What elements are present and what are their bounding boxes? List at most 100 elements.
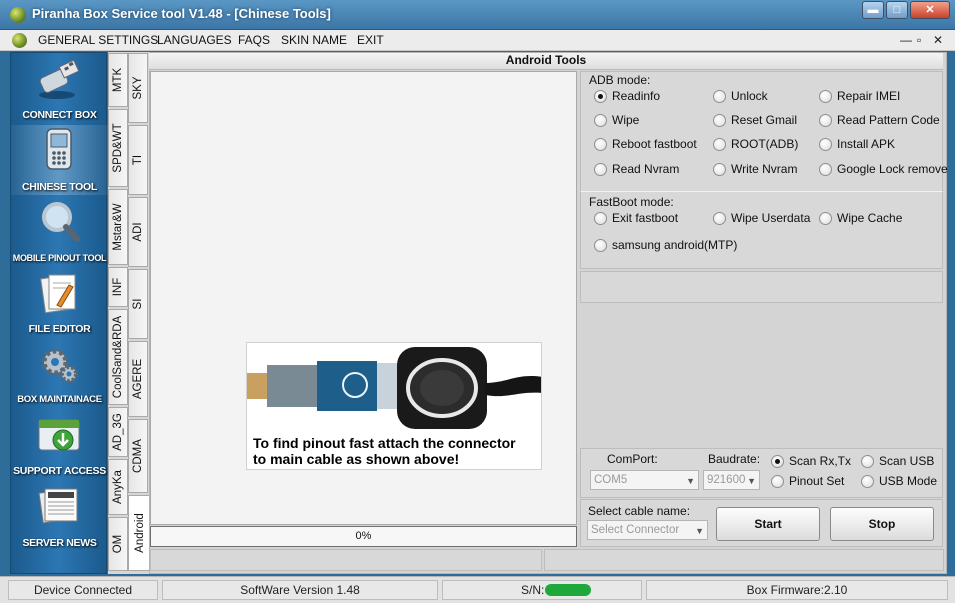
label-google-lock-remove: Google Lock remove: [837, 162, 948, 176]
radio-scan-rx-tx[interactable]: [771, 455, 784, 468]
gears-icon: [41, 348, 78, 383]
tab-android[interactable]: Android: [128, 495, 150, 571]
tab-label: SPD&WT: [112, 123, 124, 173]
mdi-minimize-icon[interactable]: —: [900, 33, 912, 47]
tab-si[interactable]: SI: [128, 269, 148, 339]
label-samsung-android-mtp: samsung android(MTP): [612, 238, 738, 252]
tab-label: OM: [112, 534, 124, 554]
tab-ad-3g[interactable]: AD_3G: [108, 407, 128, 457]
status-bar: Device Connected SoftWare Version 1.48 S…: [0, 576, 955, 603]
close-button[interactable]: ✕: [910, 1, 950, 19]
radio-write-nvram[interactable]: [713, 163, 726, 176]
maximize-button[interactable]: □: [886, 1, 908, 19]
menu-faqs[interactable]: FAQS: [238, 33, 270, 47]
tab-mstar-w[interactable]: Mstar&W: [108, 189, 128, 265]
tab-spd-wt[interactable]: SPD&WT: [108, 109, 128, 187]
tab-cdma[interactable]: CDMA: [128, 419, 148, 493]
label-usb-mode: USB Mode: [879, 474, 938, 488]
label-unlock: Unlock: [731, 89, 768, 103]
start-button[interactable]: Start: [716, 507, 820, 541]
tab-om[interactable]: OM: [108, 517, 128, 571]
radio-usb-mode[interactable]: [861, 475, 874, 488]
comport-select[interactable]: COM5 ▼: [590, 470, 699, 490]
tab-label: Android: [133, 513, 146, 553]
baudrate-label: Baudrate:: [708, 452, 761, 466]
radio-samsung-android-mtp[interactable]: [594, 239, 607, 252]
mdi-restore-icon[interactable]: ▫: [917, 33, 921, 47]
sidebar-label-box-maintainace: BOX MAINTAINACE: [17, 394, 102, 405]
cable-label: Select cable name:: [588, 504, 691, 518]
label-reboot-fastboot: Reboot fastboot: [612, 137, 697, 151]
radio-reset-gmail[interactable]: [713, 114, 726, 127]
tab-label: INF: [112, 277, 124, 297]
tab-coolsand-rda[interactable]: CoolSand&RDA: [108, 309, 128, 405]
menu-exit[interactable]: EXIT: [357, 33, 384, 47]
radio-scan-usb[interactable]: [861, 455, 874, 468]
stop-button[interactable]: Stop: [830, 507, 934, 541]
empty-info-strip: [580, 271, 943, 303]
tab-sky[interactable]: SKY: [128, 53, 148, 123]
tab-agere[interactable]: AGERE: [128, 341, 148, 417]
sidebar-item-connect-box[interactable]: CONNECT BOX: [11, 55, 108, 125]
sidebar-label-connect-box: CONNECT BOX: [22, 109, 97, 121]
adb-mode-label: ADB mode:: [589, 73, 651, 87]
sidebar-label-chinese-tool: CHINESE TOOL: [22, 181, 97, 193]
chevron-down-icon: ▼: [695, 526, 704, 536]
tab-ti[interactable]: TI: [128, 125, 148, 195]
status-software-version: SoftWare Version 1.48: [162, 580, 438, 600]
label-pinout-set: Pinout Set: [789, 474, 845, 488]
tab-anyka[interactable]: AnyKa: [108, 459, 128, 515]
label-wipe-userdata: Wipe Userdata: [731, 211, 811, 225]
tab-label: MTK: [112, 67, 124, 93]
window-title: Piranha Box Service tool V1.48 - [Chines…: [32, 6, 331, 21]
sidebar-label-support-access: SUPPORT ACCESS: [13, 465, 106, 477]
tab-inf[interactable]: INF: [108, 267, 128, 307]
label-install-apk: Install APK: [837, 137, 896, 151]
cable-connector-illustration: [247, 347, 541, 429]
tab-adi[interactable]: ADI: [128, 197, 148, 267]
sidebar-label-mobile-pinout-tool: MOBILE PINOUT TOOL: [12, 253, 107, 263]
sidebar-item-support-access[interactable]: SUPPORT ACCESS: [11, 410, 108, 480]
radio-google-lock-remove[interactable]: [819, 163, 832, 176]
radio-read-nvram[interactable]: [594, 163, 607, 176]
sidebar-item-mobile-pinout-tool[interactable]: MOBILE PINOUT TOOL: [11, 197, 108, 267]
menu-languages[interactable]: LANGUAGES: [157, 33, 232, 47]
progress-text: 0%: [355, 530, 372, 542]
cable-select[interactable]: Select Connector ▼: [587, 520, 708, 540]
radio-pinout-set[interactable]: [771, 475, 784, 488]
label-write-nvram: Write Nvram: [731, 162, 798, 176]
sidebar-item-chinese-tool[interactable]: CHINESE TOOL: [11, 125, 108, 195]
minimize-button[interactable]: ▬: [862, 1, 884, 19]
newspaper-icon: [38, 488, 78, 524]
tab-label: CoolSand&RDA: [112, 315, 124, 399]
menu-app-icon: [12, 33, 27, 48]
tab-mtk[interactable]: MTK: [108, 53, 128, 107]
radio-repair-imei[interactable]: [819, 90, 832, 103]
status-device: Device Connected: [8, 580, 158, 600]
sidebar-item-file-editor[interactable]: FILE EDITOR: [11, 269, 108, 339]
radio-exit-fastboot[interactable]: [594, 212, 607, 225]
pinout-caption-line1: To find pinout fast attach the connector: [253, 435, 516, 451]
label-wipe-cache: Wipe Cache: [837, 211, 903, 225]
sidebar-item-box-maintainace[interactable]: BOX MAINTAINACE: [11, 340, 108, 410]
comport-label: ComPort:: [607, 452, 658, 466]
menu-general-settings[interactable]: GENERAL SETTINGS: [38, 33, 158, 47]
radio-wipe-cache[interactable]: [819, 212, 832, 225]
radio-read-pattern-code[interactable]: [819, 114, 832, 127]
baudrate-select[interactable]: 921600 ▼: [703, 470, 760, 490]
footer-box-right: [544, 549, 944, 571]
radio-wipe[interactable]: [594, 114, 607, 127]
tab-label: TI: [132, 154, 144, 166]
radio-root-adb[interactable]: [713, 138, 726, 151]
radio-unlock[interactable]: [713, 90, 726, 103]
radio-install-apk[interactable]: [819, 138, 832, 151]
radio-reboot-fastboot[interactable]: [594, 138, 607, 151]
mdi-close-icon[interactable]: ✕: [933, 33, 943, 47]
pinout-caption-line2: to main cable as shown above!: [253, 451, 460, 467]
menu-bar: GENERAL SETTINGS LANGUAGES FAQS SKIN NAM…: [0, 30, 955, 51]
radio-wipe-userdata[interactable]: [713, 212, 726, 225]
menu-skin-name[interactable]: SKIN NAME: [281, 33, 347, 47]
label-exit-fastboot: Exit fastboot: [612, 211, 679, 225]
sidebar-item-server-news[interactable]: SERVER NEWS: [11, 481, 108, 551]
radio-readinfo[interactable]: [594, 90, 607, 103]
